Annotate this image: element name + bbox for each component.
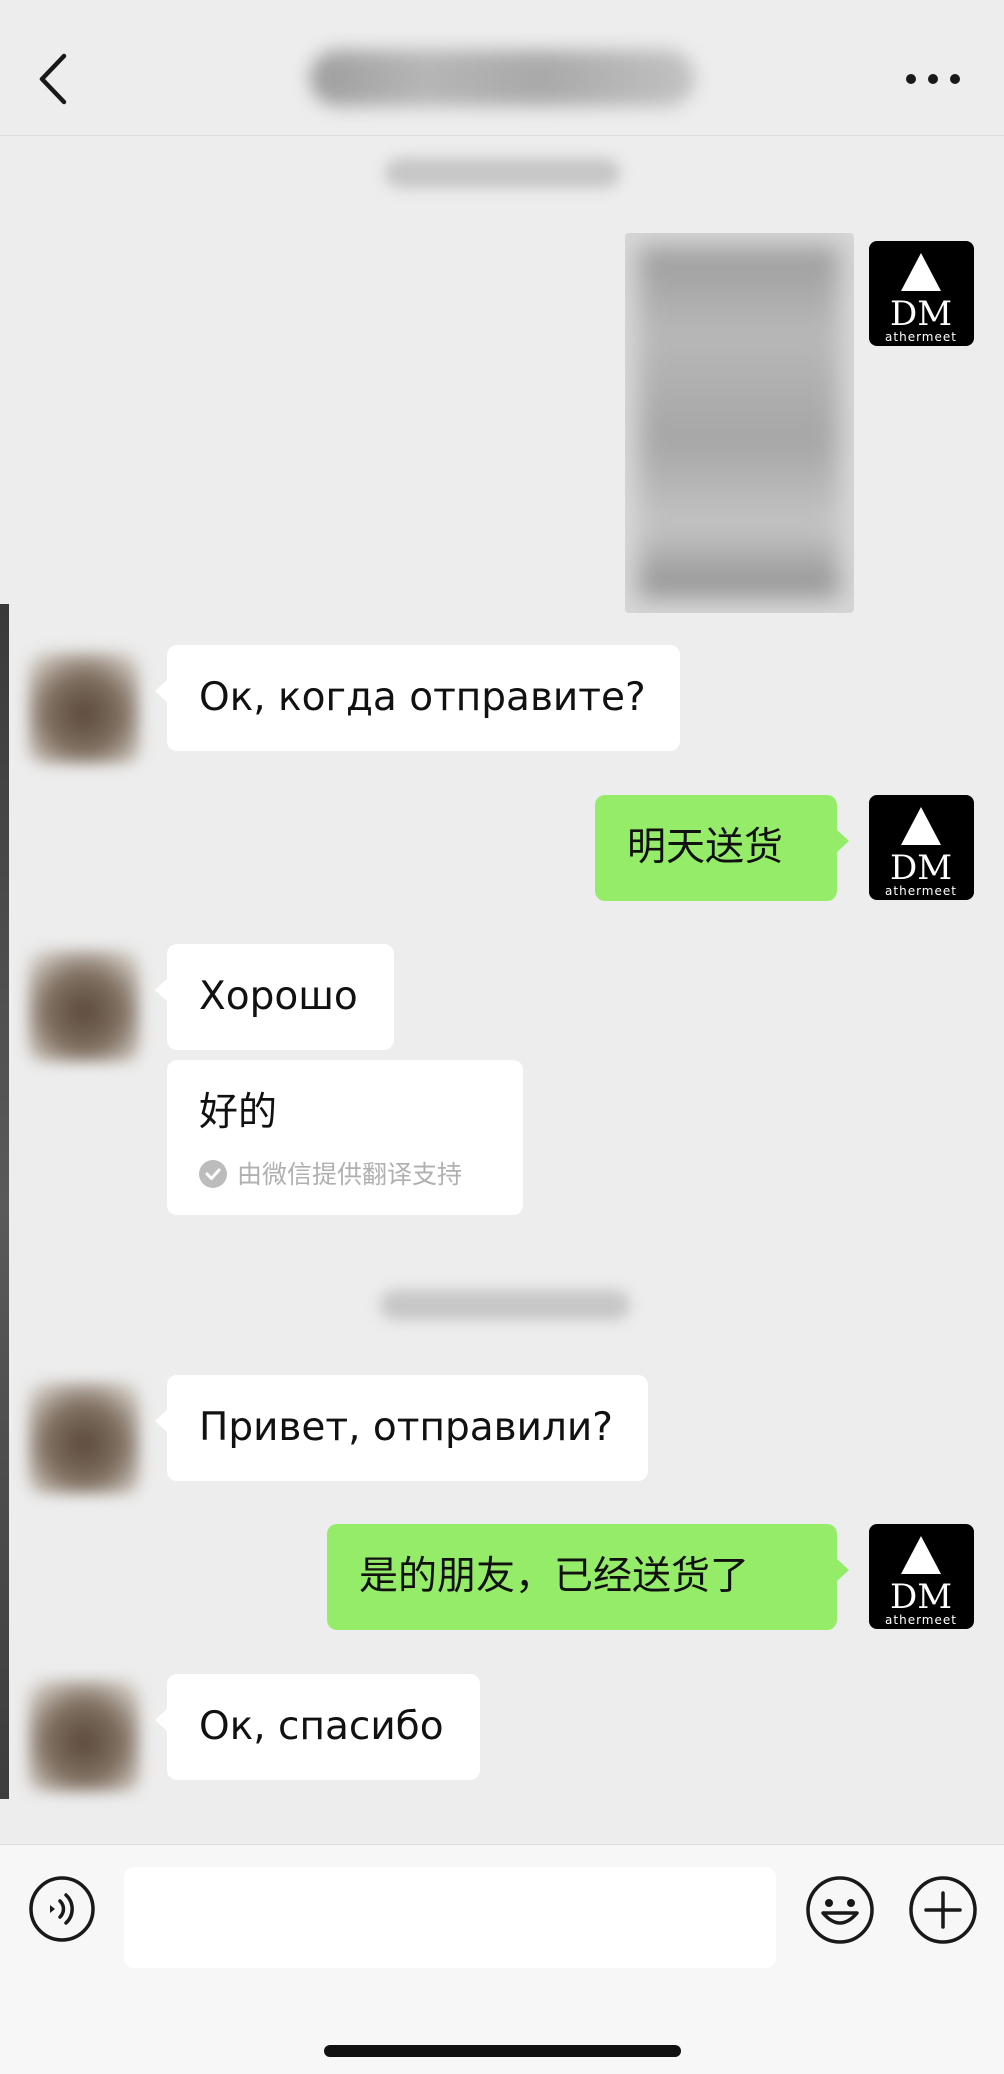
- image-message[interactable]: [625, 233, 854, 613]
- message-bubble[interactable]: 明天送货: [595, 795, 849, 901]
- message-bubble[interactable]: Ок, когда отправите?: [155, 645, 680, 751]
- avatar[interactable]: [28, 1680, 140, 1792]
- message-text: Хорошо: [199, 974, 358, 1019]
- plus-icon: [909, 1876, 977, 1944]
- logo-icon: DM athermeet: [885, 253, 957, 344]
- avatar[interactable]: [28, 950, 140, 1062]
- svg-text:athermeet: athermeet: [885, 1613, 957, 1627]
- avatar[interactable]: DM athermeet: [869, 795, 974, 900]
- ellipsis-icon: [906, 74, 916, 84]
- message-text: 明天送货: [627, 825, 784, 870]
- message-text: 好的: [199, 1090, 278, 1135]
- message-input[interactable]: [124, 1867, 776, 1968]
- translation-note: 由微信提供翻译支持: [199, 1160, 462, 1188]
- logo-icon: DM athermeet: [885, 1536, 957, 1627]
- svg-text:athermeet: athermeet: [885, 330, 957, 344]
- chat-header: [0, 0, 1004, 136]
- svg-text:athermeet: athermeet: [885, 884, 957, 898]
- window-edge: [0, 604, 9, 1799]
- chat-screen: DM athermeet Ок, когда отправите? 明天送货 D…: [0, 0, 1004, 2074]
- message-bubble[interactable]: 好的 由微信提供翻译支持: [167, 1060, 523, 1215]
- message-bubble[interactable]: Ок, спасибо: [155, 1674, 480, 1780]
- timestamp: [385, 158, 620, 188]
- svg-text:DM: DM: [890, 1577, 952, 1617]
- message-text: 是的朋友，已经送货了: [359, 1554, 750, 1599]
- check-icon: [199, 1160, 227, 1188]
- more-button[interactable]: [900, 66, 966, 92]
- message-text: Привет, отправили?: [199, 1405, 613, 1450]
- input-bar: [0, 1844, 1004, 2074]
- voice-icon: [29, 1876, 95, 1942]
- avatar[interactable]: [28, 1382, 140, 1494]
- emoji-button[interactable]: [805, 1875, 875, 1945]
- svg-text:DM: DM: [890, 294, 952, 334]
- avatar[interactable]: DM athermeet: [869, 241, 974, 346]
- svg-text:DM: DM: [890, 848, 952, 888]
- back-button[interactable]: [30, 50, 80, 108]
- image-thumbnail: [639, 247, 839, 597]
- message-text: Ок, когда отправите?: [199, 675, 646, 720]
- home-indicator[interactable]: [324, 2045, 681, 2057]
- translation-note-text: 由微信提供翻译支持: [237, 1159, 463, 1189]
- message-bubble[interactable]: Хорошо: [155, 944, 394, 1050]
- message-text: Ок, спасибо: [199, 1704, 444, 1749]
- message-bubble[interactable]: Привет, отправили?: [155, 1375, 648, 1481]
- logo-icon: DM athermeet: [885, 807, 957, 898]
- more-functions-button[interactable]: [908, 1875, 978, 1945]
- timestamp: [380, 1290, 630, 1320]
- message-bubble[interactable]: 是的朋友，已经送货了: [327, 1524, 849, 1630]
- chevron-left-icon: [39, 53, 67, 105]
- emoji-icon: [806, 1876, 874, 1944]
- avatar[interactable]: DM athermeet: [869, 1524, 974, 1629]
- voice-button[interactable]: [28, 1875, 96, 1943]
- chat-title: [310, 50, 695, 106]
- avatar[interactable]: [28, 652, 140, 764]
